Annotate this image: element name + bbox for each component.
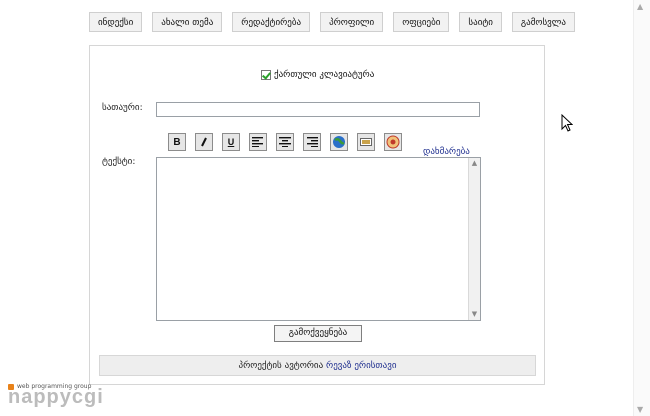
insert-smiley-button[interactable] [384, 133, 402, 151]
footer-text: პროექტის ავტორია [238, 361, 324, 371]
main-nav: ინდექსი ახალი თემა რედაქტირება პროფილი ო… [89, 12, 575, 32]
underline-button[interactable]: U [222, 133, 240, 151]
nav-new-topic[interactable]: ახალი თემა [152, 12, 223, 32]
smiley-icon [386, 135, 400, 149]
nav-profile[interactable]: პროფილი [320, 12, 384, 32]
textarea-scrollbar[interactable]: ▲ ▼ [468, 158, 480, 320]
insert-link-button[interactable] [330, 133, 348, 151]
format-toolbar: B U [168, 133, 402, 151]
bold-button[interactable]: B [168, 133, 186, 151]
keyboard-label: ქართული კლავიატურა [274, 70, 375, 80]
page-scrollbar[interactable]: ▲ ▼ [633, 0, 650, 416]
author-link[interactable]: რევაზ ერისთავი [326, 361, 396, 371]
nav-index[interactable]: ინდექსი [89, 12, 143, 32]
footer-credits: პროექტის ავტორია რევაზ ერისთავი [99, 355, 536, 376]
page-scroll-down-icon[interactable]: ▼ [637, 405, 643, 414]
align-center-icon [279, 137, 291, 147]
align-left-icon [252, 137, 263, 147]
nav-options[interactable]: ოფციები [393, 12, 450, 32]
nav-logout[interactable]: გამოსვლა [511, 12, 575, 32]
post-form-panel: ქართული კლავიატურა სათაური: B U დახმარებ… [89, 45, 545, 385]
align-center-button[interactable] [276, 133, 294, 151]
nav-edit[interactable]: რედაქტირება [232, 12, 311, 32]
keyboard-checkbox[interactable] [261, 70, 271, 80]
message-textarea[interactable]: ▲ ▼ [156, 157, 481, 321]
italic-button[interactable] [195, 133, 213, 151]
scroll-up-arrow-icon[interactable]: ▲ [469, 158, 480, 169]
submit-button[interactable]: გამოქვეყნება [274, 325, 362, 342]
image-icon [360, 138, 372, 146]
georgian-keyboard-toggle[interactable]: ქართული კლავიატურა [261, 70, 374, 80]
align-right-button[interactable] [303, 133, 321, 151]
insert-image-button[interactable] [357, 133, 375, 151]
nav-site[interactable]: საიტი [459, 12, 502, 32]
site-logo: web programming group nappycgi [8, 383, 128, 413]
align-right-icon [307, 137, 318, 147]
underline-icon: U [227, 137, 235, 147]
help-link[interactable]: დახმარება [423, 147, 470, 157]
body-label: ტექსტი: [102, 157, 136, 167]
title-label: სათაური: [102, 103, 143, 113]
italic-icon [201, 137, 207, 147]
scroll-down-arrow-icon[interactable]: ▼ [469, 309, 480, 320]
globe-icon [333, 136, 345, 148]
align-left-button[interactable] [249, 133, 267, 151]
mouse-cursor-icon [561, 114, 573, 132]
page-scroll-up-icon[interactable]: ▲ [637, 2, 643, 11]
logo-wordmark: nappycgi [8, 386, 104, 408]
title-input[interactable] [156, 102, 480, 117]
